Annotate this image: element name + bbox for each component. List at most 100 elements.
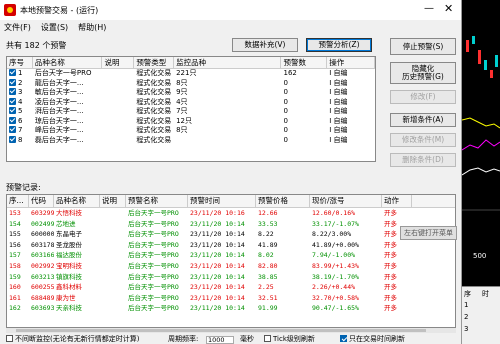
table-row[interactable]: 8 磊后台天字一... 程式化交易 0 I 自编 bbox=[7, 135, 375, 146]
table-cell bbox=[102, 136, 134, 146]
table-cell: 程式化交易 bbox=[136, 116, 172, 125]
column-header[interactable]: 序号 bbox=[7, 57, 33, 68]
table-header: 序号 品种名称 说明 预警类型 监控品种 预警数 操作 bbox=[7, 57, 375, 69]
table-row[interactable]: 161 688489 康为世 后台天字一号PRO 23/11/20 10:14 32.51… bbox=[7, 293, 455, 304]
add-condition-button[interactable]: 新增条件(A) bbox=[390, 113, 456, 127]
data-supplement-button[interactable]: 数据补充(V) bbox=[232, 38, 298, 52]
column-header[interactable]: 监控品种 bbox=[174, 57, 282, 68]
table-cell bbox=[102, 88, 134, 98]
column-header[interactable]: 操作 bbox=[327, 57, 375, 68]
column-header[interactable]: 说明 bbox=[100, 195, 126, 207]
frequency-label: 周期频率: bbox=[168, 335, 199, 343]
table-cell: I 自编 bbox=[329, 78, 348, 87]
column-header[interactable]: 序... bbox=[7, 195, 29, 207]
background-row: 3 bbox=[464, 325, 469, 333]
table-cell: 600255 bbox=[31, 283, 54, 292]
column-header[interactable]: 预警时间 bbox=[188, 195, 256, 207]
table-row[interactable]: 162 603693 天亲科技 后台天字一号PRO 23/11/20 10:14 91.9… bbox=[7, 303, 455, 314]
table-cell: 开多 bbox=[384, 251, 397, 260]
row-checkbox[interactable] bbox=[9, 78, 16, 86]
table-cell: I 自编 bbox=[329, 97, 348, 106]
table-cell: 221只 bbox=[176, 69, 197, 77]
table-row[interactable]: 2 龍后台天字一... 程式化交易 8只 0 I 自编 bbox=[7, 78, 375, 89]
table-row[interactable]: 156 603178 圣龙股份 后台天字一号PRO 23/11/20 10:14 41.8… bbox=[7, 240, 455, 251]
table-cell: 603213 bbox=[31, 272, 54, 281]
row-index: 1 bbox=[18, 69, 23, 77]
table-cell: 后台天字一号PRO bbox=[128, 272, 179, 281]
row-checkbox[interactable] bbox=[9, 88, 16, 95]
scrollbar-thumb[interactable] bbox=[16, 329, 426, 332]
minimize-button[interactable]: — bbox=[424, 3, 434, 14]
table-row[interactable]: 4 凌后台天字一... 程式化交易 4只 0 I 自编 bbox=[7, 97, 375, 108]
row-checkbox[interactable] bbox=[9, 126, 16, 133]
stop-warning-button[interactable]: 停止预警(S) bbox=[390, 38, 456, 55]
row-checkbox[interactable] bbox=[9, 116, 16, 124]
menu-settings[interactable]: 设置(S) bbox=[41, 22, 68, 33]
table-row[interactable]: 7 峰后台天字一... 程式化交易 8只 0 I 自编 bbox=[7, 126, 375, 136]
table-row[interactable]: 3 敏后台天字一... 程式化交易 9只 0 I 自编 bbox=[7, 88, 375, 98]
table-row[interactable]: 160 600255 鑫科材料 后台天字一号PRO 23/11/20 10:14 2.25… bbox=[7, 282, 455, 293]
no-interrupt-option[interactable]: 不间断监控(无论有无新行情都定时计算) bbox=[6, 334, 139, 344]
edit-condition-button[interactable]: 修改条件(M) bbox=[390, 133, 456, 147]
table-row[interactable]: 159 603213 镇旗科技 后台天字一号PRO 23/11/20 10:14 38.8… bbox=[7, 272, 455, 283]
column-header[interactable]: 品种名称 bbox=[54, 195, 100, 207]
table-cell: 3 bbox=[7, 88, 33, 98]
frequency-input[interactable]: 1000 bbox=[206, 335, 234, 344]
column-header[interactable]: 说明 bbox=[102, 57, 135, 68]
table-cell: 23/11/20 10:14 bbox=[190, 240, 245, 249]
table-row[interactable]: 154 002499 芯地进 后台天字一号PRO 23/11/20 10:14 33.53… bbox=[7, 219, 455, 230]
table-row[interactable]: 6 琼后台天字一... 程式化交易 12只 0 I 自编 bbox=[7, 116, 375, 127]
table-cell: 龍后台天字一... bbox=[34, 78, 84, 87]
warning-analysis-button[interactable]: 预警分析(Z) bbox=[306, 38, 372, 52]
horizontal-scrollbar[interactable] bbox=[6, 328, 456, 333]
table-cell: 4 bbox=[7, 97, 33, 108]
table-cell: 开多 bbox=[384, 283, 397, 292]
table-cell: 23/11/20 10:14 bbox=[190, 219, 245, 228]
table-row[interactable]: 158 002992 宝明科技 后台天字一号PRO 23/11/20 10:14 82.8… bbox=[7, 261, 455, 272]
table-row[interactable]: 1 后台天字一号PRO 程式化交易 221只 162 I 自编 bbox=[7, 69, 375, 79]
tick-refresh-checkbox[interactable] bbox=[264, 335, 271, 342]
column-header[interactable]: 预警名称 bbox=[126, 195, 188, 207]
table-cell: 宝明科技 bbox=[56, 261, 82, 270]
modify-button[interactable]: 修改(F) bbox=[390, 90, 456, 104]
table-row[interactable]: 153 603299 大悟科技 后台天字一号PRO 23/11/20 10:16 12.6… bbox=[7, 208, 455, 219]
hide-history-button[interactable]: 隐藏化 历史预警(G) bbox=[390, 62, 456, 84]
row-checkbox[interactable] bbox=[9, 107, 16, 114]
table-cell: 0 bbox=[283, 135, 288, 144]
table-cell: 23/11/20 10:14 bbox=[190, 251, 245, 260]
table-cell: 156 bbox=[9, 240, 21, 249]
row-checkbox[interactable] bbox=[9, 69, 16, 76]
table-row[interactable]: 5 湃后台天字一... 程式化交易 7只 0 I 自编 bbox=[7, 107, 375, 117]
column-header[interactable]: 动作 bbox=[382, 195, 412, 207]
table-cell: 敏后台天字一... bbox=[34, 88, 84, 96]
table-cell: 湃后台天字一... bbox=[34, 107, 84, 115]
trade-time-checkbox[interactable] bbox=[340, 335, 347, 342]
trade-time-option[interactable]: 只在交易时间刷新 bbox=[340, 334, 405, 344]
table-row[interactable]: 157 603166 福达股份 后台天字一号PRO 23/11/20 10:14 8.02… bbox=[7, 250, 455, 261]
table-cell: 后台天字一号PRO bbox=[128, 283, 179, 292]
close-button[interactable]: ✕ bbox=[444, 2, 453, 15]
tick-refresh-option[interactable]: Tick级别刷新 bbox=[264, 334, 315, 344]
menu-help[interactable]: 帮助(H) bbox=[78, 22, 106, 33]
table-cell: 2.26/+0.44% bbox=[312, 283, 356, 292]
row-checkbox[interactable] bbox=[9, 97, 16, 105]
table-cell: 33.53 bbox=[258, 219, 278, 228]
column-header[interactable]: 预警价格 bbox=[256, 195, 310, 207]
table-cell: 603166 bbox=[31, 251, 54, 260]
candlestick-chart bbox=[462, 36, 500, 211]
column-header[interactable]: 现价/涨号 bbox=[310, 195, 382, 207]
column-header[interactable]: 预警数 bbox=[281, 57, 328, 68]
table-cell: I 自编 bbox=[329, 107, 348, 115]
delete-condition-button[interactable]: 删除条件(D) bbox=[390, 153, 456, 167]
column-header[interactable]: 预警类型 bbox=[134, 57, 175, 68]
table-cell: 82.80 bbox=[258, 261, 278, 270]
row-checkbox[interactable] bbox=[9, 135, 16, 143]
menu-file[interactable]: 文件(F) bbox=[4, 22, 31, 33]
table-cell: 154 bbox=[9, 219, 21, 228]
column-header[interactable]: 品种名称 bbox=[33, 57, 103, 68]
no-interrupt-checkbox[interactable] bbox=[6, 335, 13, 342]
column-header[interactable]: 代码 bbox=[29, 195, 54, 207]
table-cell: 开多 bbox=[384, 240, 397, 249]
table-row[interactable]: 155 600000 东晶电子 后台天字一号PRO 23/11/20 10:14 8.22… bbox=[7, 229, 455, 240]
table-cell: 0 bbox=[283, 107, 288, 115]
